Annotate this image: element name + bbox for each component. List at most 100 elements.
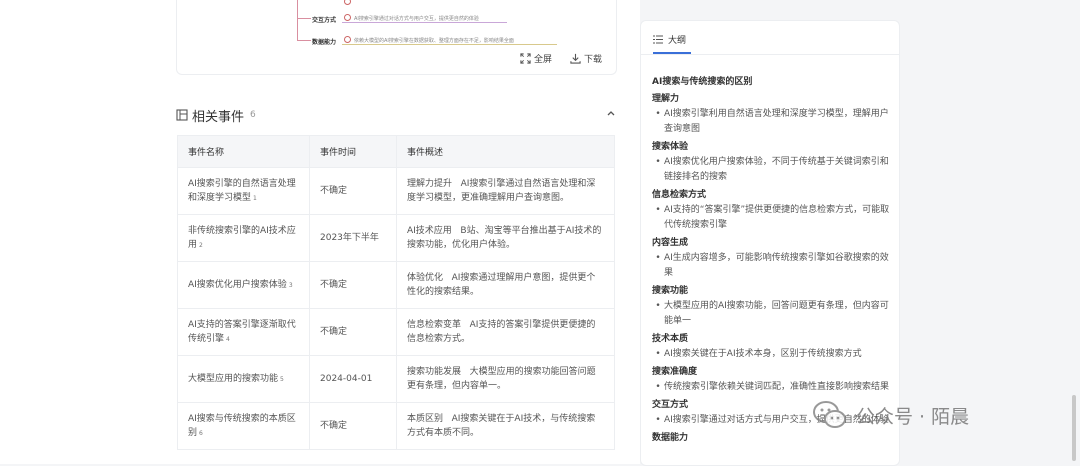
outline-heading[interactable]: 搜索功能 xyxy=(652,284,892,299)
mindmap-branch-line xyxy=(297,0,298,40)
mindmap-leaf: 依赖大模型的AI搜索引擎在数据获取、整理方面存在不足，影响结果全面 xyxy=(354,38,514,44)
outline-item[interactable]: • AI支持的“答案引擎”提供更便捷的信息检索方式，可能取代传统搜索引擎 xyxy=(652,203,892,233)
mindmap-leaf: AI搜索引擎通过对话方式与用户交互，提供更自然的体验 xyxy=(354,16,479,22)
outline-heading[interactable]: 搜索体验 xyxy=(652,140,892,155)
event-name-cell: AI搜索与传统搜索的本质区别 6 xyxy=(177,402,310,450)
outline-item[interactable]: • AI搜索关键在于AI技术本身，区别于传统搜索方式 xyxy=(652,347,892,362)
event-tag: 信息检索变革 xyxy=(407,320,462,330)
outline-heading[interactable]: 搜索准确度 xyxy=(652,365,892,380)
event-ref[interactable]: 2 xyxy=(199,242,203,249)
mindmap-collapse-dot[interactable] xyxy=(344,36,351,43)
outline-heading[interactable]: 内容生成 xyxy=(652,236,892,251)
outline-content: AI搜索与传统搜索的区别 理解力 • AI搜索引擎利用自然语言处理和深度学习模型，… xyxy=(652,75,892,446)
outline-item-text: AI生成内容增多，可能影响传统搜索引擎如谷歌搜索的效果 xyxy=(664,253,889,278)
event-name: AI支持的答案引擎逐渐取代传统引擎 xyxy=(188,319,296,344)
related-events-header: 相关事件 6 xyxy=(176,105,616,125)
event-summary-cell: AI技术应用 B站、淘宝等平台推出基于AI技术的搜索功能，优化用户体验。 xyxy=(396,214,615,262)
event-ref[interactable]: 4 xyxy=(226,336,230,343)
wechat-logo-icon xyxy=(813,401,846,428)
event-time: 2024-04-01 xyxy=(309,355,397,403)
outline-heading[interactable]: 数据能力 xyxy=(652,431,892,446)
column-header-summary: 事件概述 xyxy=(396,135,615,168)
mindmap-card: 交互方式 AI搜索引擎通过对话方式与用户交互，提供更自然的体验 数据能力 依赖大… xyxy=(176,0,617,75)
outline-item-text: AI搜索优化用户搜索体验，不同于传统基于关键词索引和链接排名的搜索 xyxy=(664,157,889,182)
event-summary-cell: 理解力提升 AI搜索引擎通过自然语言处理和深度学习模型，更准确理解用户查询意图。 xyxy=(396,167,615,215)
fullscreen-icon xyxy=(520,53,531,64)
event-name-cell: AI支持的答案引擎逐渐取代传统引擎 4 xyxy=(177,308,310,356)
event-ref[interactable]: 3 xyxy=(289,282,293,289)
outline-item[interactable]: • 大模型应用的AI搜索功能，回答问题更有条理，但内容可能单一 xyxy=(652,299,892,329)
event-time: 不确定 xyxy=(309,261,397,309)
table-header-row: 事件名称 事件时间 事件概述 xyxy=(177,135,615,168)
column-header-name: 事件名称 xyxy=(177,135,310,168)
scrollbar[interactable] xyxy=(1072,395,1076,461)
outline-item-text: AI支持的“答案引擎”提供更便捷的信息检索方式，可能取代传统搜索引擎 xyxy=(664,205,890,230)
related-events-title: 相关事件 xyxy=(192,109,245,125)
bullet-icon: • xyxy=(655,253,661,263)
outline-item[interactable]: • AI生成内容增多，可能影响传统搜索引擎如谷歌搜索的效果 xyxy=(652,251,892,281)
mindmap-branch-line xyxy=(297,40,311,41)
event-ref[interactable]: 6 xyxy=(199,430,203,437)
table-row[interactable]: 大模型应用的搜索功能 5 2024-04-01 搜索功能发展 大模型应用的搜索功能… xyxy=(177,355,615,403)
table-row[interactable]: AI搜索引擎的自然语言处理和深度学习模型 1 不确定 理解力提升 AI搜索引擎通过… xyxy=(177,167,615,215)
event-name: AI搜索优化用户搜索体验 xyxy=(188,279,287,290)
outline-item[interactable]: • AI搜索优化用户搜索体验，不同于传统基于关键词索引和链接排名的搜索 xyxy=(652,155,892,185)
outline-heading[interactable]: 理解力 xyxy=(652,92,892,107)
mindmap-collapse-dot[interactable] xyxy=(344,14,351,21)
collapse-chevron-icon[interactable] xyxy=(606,109,616,120)
event-name: AI搜索与传统搜索的本质区别 xyxy=(188,413,296,438)
event-name: AI搜索引擎的自然语言处理和深度学习模型 xyxy=(188,178,296,203)
outline-heading[interactable]: 信息检索方式 xyxy=(652,188,892,203)
event-tag: AI技术应用 xyxy=(407,226,452,236)
mindmap-branch-line xyxy=(342,22,507,23)
fullscreen-label: 全屏 xyxy=(534,55,553,65)
event-time: 不确定 xyxy=(309,167,397,215)
outline-item-text: AI搜索关键在于AI技术本身，区别于传统搜索方式 xyxy=(664,349,862,359)
table-row[interactable]: AI搜索优化用户搜索体验 3 不确定 体验优化 AI搜索通过理解用户意图，提供更个… xyxy=(177,261,615,309)
outline-item-text: 传统搜索引擎依赖关键词匹配，准确性直接影响搜索结果 xyxy=(664,382,890,392)
outline-root[interactable]: AI搜索与传统搜索的区别 xyxy=(652,75,892,90)
download-button[interactable]: 下载 xyxy=(570,52,602,65)
column-header-time: 事件时间 xyxy=(309,135,397,168)
event-tag: 体验优化 xyxy=(407,273,444,283)
mindmap-node[interactable]: 数据能力 xyxy=(312,37,336,46)
event-time: 2023年下半年 xyxy=(309,214,397,262)
event-name-cell: 非传统搜索引擎的AI技术应用 2 xyxy=(177,214,310,262)
event-summary-cell: 体验优化 AI搜索通过理解用户意图，提供更个性化的搜索结果。 xyxy=(396,261,615,309)
bullet-icon: • xyxy=(655,205,661,215)
table-row[interactable]: 非传统搜索引擎的AI技术应用 2 2023年下半年 AI技术应用 B站、淘宝等平台… xyxy=(177,214,615,262)
watermark-text: 公众号 · 陌晨 xyxy=(856,405,970,428)
event-tag: 本质区别 xyxy=(407,414,444,424)
event-time: 不确定 xyxy=(309,308,397,356)
mindmap-collapse-dot[interactable] xyxy=(344,0,351,5)
divider xyxy=(641,54,899,55)
event-ref[interactable]: 5 xyxy=(280,376,284,383)
event-tag: 理解力提升 xyxy=(407,179,453,189)
events-table: 事件名称 事件时间 事件概述 AI搜索引擎的自然语言处理和深度学习模型 1 不确定… xyxy=(177,135,615,450)
outline-item-text: 大模型应用的AI搜索功能，回答问题更有条理，但内容可能单一 xyxy=(664,301,889,326)
related-events-count: 6 xyxy=(250,110,256,120)
bullet-icon: • xyxy=(655,301,661,311)
outline-item[interactable]: • AI搜索引擎利用自然语言处理和深度学习模型，理解用户查询意图 xyxy=(652,107,892,137)
tab-outline[interactable]: 大纲 xyxy=(653,33,686,46)
event-name: 非传统搜索引擎的AI技术应用 xyxy=(188,225,296,250)
mindmap-node[interactable]: 交互方式 xyxy=(312,15,336,24)
table-row[interactable]: AI搜索与传统搜索的本质区别 6 不确定 本质区别 AI搜索关键在于AI技术，与传… xyxy=(177,402,615,450)
table-row[interactable]: AI支持的答案引擎逐渐取代传统引擎 4 不确定 信息检索变革 AI支持的答案引擎提… xyxy=(177,308,615,356)
bullet-icon: • xyxy=(655,349,661,359)
event-ref[interactable]: 1 xyxy=(253,195,257,202)
bullet-icon: • xyxy=(655,109,661,119)
event-time: 不确定 xyxy=(309,402,397,450)
outline-item[interactable]: • 传统搜索引擎依赖关键词匹配，准确性直接影响搜索结果 xyxy=(652,380,892,395)
event-summary-cell: 本质区别 AI搜索关键在于AI技术，与传统搜索方式有本质不同。 xyxy=(396,402,615,450)
event-name: 大模型应用的搜索功能 xyxy=(188,373,279,384)
event-name-cell: AI搜索优化用户搜索体验 3 xyxy=(177,261,310,309)
mindmap-branch-line xyxy=(297,18,311,19)
bullet-icon: • xyxy=(655,415,661,425)
event-name-cell: 大模型应用的搜索功能 5 xyxy=(177,355,310,403)
outline-heading[interactable]: 技术本质 xyxy=(652,332,892,347)
event-tag: 搜索功能发展 xyxy=(407,367,462,377)
bullet-icon: • xyxy=(655,157,661,167)
fullscreen-button[interactable]: 全屏 xyxy=(520,52,552,65)
list-icon xyxy=(653,35,663,44)
